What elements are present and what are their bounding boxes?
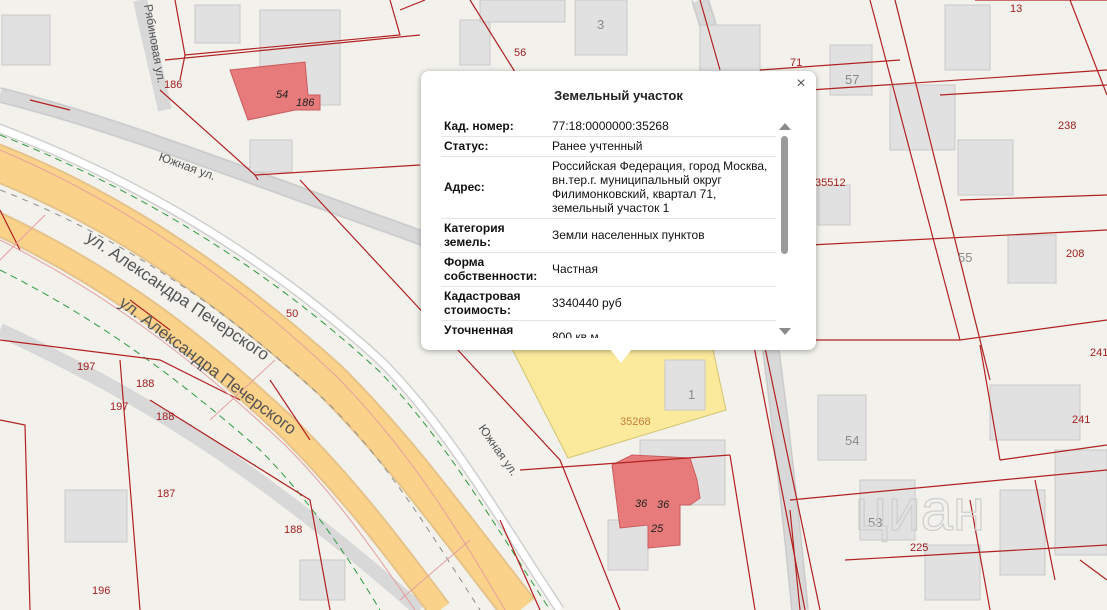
building-number: 55 <box>958 250 972 265</box>
attribute-label: Статус: <box>441 136 549 157</box>
popup-body[interactable]: Кад. номер: 77:18:0000000:35268 Статус: … <box>441 117 776 338</box>
popup-pointer <box>610 349 632 363</box>
parcel-label: 188 <box>284 524 302 536</box>
close-icon[interactable]: × <box>792 75 810 93</box>
building-label: 186 <box>296 97 315 109</box>
parcel-label: 241 <box>1090 347 1107 359</box>
table-row: Статус: Ранее учтенный <box>441 136 776 157</box>
building-label: 25 <box>650 523 664 535</box>
parcel-label: 197 <box>110 401 128 413</box>
attribute-label: Кад. номер: <box>441 117 549 137</box>
parcel-label: 50 <box>286 308 298 320</box>
attribute-value: Земли населенных пунктов <box>549 218 776 253</box>
parcel-label: 197 <box>77 361 95 373</box>
scroll-thumb[interactable] <box>781 136 788 254</box>
table-row: Кадастровая стоимость: 3340440 руб <box>441 286 776 321</box>
parcel-label: 186 <box>164 79 182 91</box>
building-number: 3 <box>597 17 604 32</box>
parcel-label: 208 <box>1066 248 1084 260</box>
parcel-label: 35512 <box>815 177 846 189</box>
parcel-label: 188 <box>156 411 174 423</box>
building-label: 36 <box>635 498 648 510</box>
attribute-label: Уточненная площадь: <box>441 320 549 338</box>
popup-scrollbar[interactable] <box>778 121 792 337</box>
table-row: Форма собственности: Частная <box>441 252 776 287</box>
parcel-label: 13 <box>1010 3 1022 15</box>
attribute-label: Кадастровая стоимость: <box>441 286 549 321</box>
building-label: 54 <box>276 89 288 101</box>
table-row: Уточненная площадь: 800 кв.м <box>441 320 776 338</box>
parcel-label: 238 <box>1058 120 1076 132</box>
building-number: 54 <box>845 433 859 448</box>
attribute-value: Российская Федерация, город Москва, вн.т… <box>549 156 776 219</box>
table-row: Кад. номер: 77:18:0000000:35268 <box>441 117 776 137</box>
attribute-label: Адрес: <box>441 156 549 219</box>
building-number: 57 <box>845 72 859 87</box>
watermark-logo: циан <box>855 478 985 543</box>
attribute-value: Ранее учтенный <box>549 136 776 157</box>
parcel-info-popup: Земельный участок × Кад. номер: 77:18:00… <box>421 71 816 350</box>
parcel-label: 196 <box>92 585 110 597</box>
attribute-value: 800 кв.м <box>549 320 776 338</box>
attribute-table: Кад. номер: 77:18:0000000:35268 Статус: … <box>441 117 776 338</box>
attribute-value: 77:18:0000000:35268 <box>549 117 776 137</box>
popup-title: Земельный участок <box>554 88 683 103</box>
attribute-label: Категория земель: <box>441 218 549 253</box>
scroll-down-icon[interactable] <box>779 328 791 335</box>
building-label: 36 <box>657 499 670 511</box>
building-number: 1 <box>688 387 695 402</box>
parcel-label: 188 <box>136 378 154 390</box>
parcel-label: 71 <box>790 57 802 69</box>
attribute-label: Форма собственности: <box>441 252 549 287</box>
parcel-label: 187 <box>157 488 175 500</box>
attribute-value: Частная <box>549 252 776 287</box>
parcel-label: 241 <box>1072 414 1090 426</box>
table-row: Категория земель: Земли населенных пункт… <box>441 218 776 253</box>
parcel-label: 225 <box>910 542 928 554</box>
attribute-value: 3340440 руб <box>549 286 776 321</box>
parcel-label: 35268 <box>620 416 651 428</box>
scroll-up-icon[interactable] <box>779 123 791 130</box>
parcel-label: 56 <box>514 47 526 59</box>
table-row: Адрес: Российская Федерация, город Москв… <box>441 156 776 219</box>
